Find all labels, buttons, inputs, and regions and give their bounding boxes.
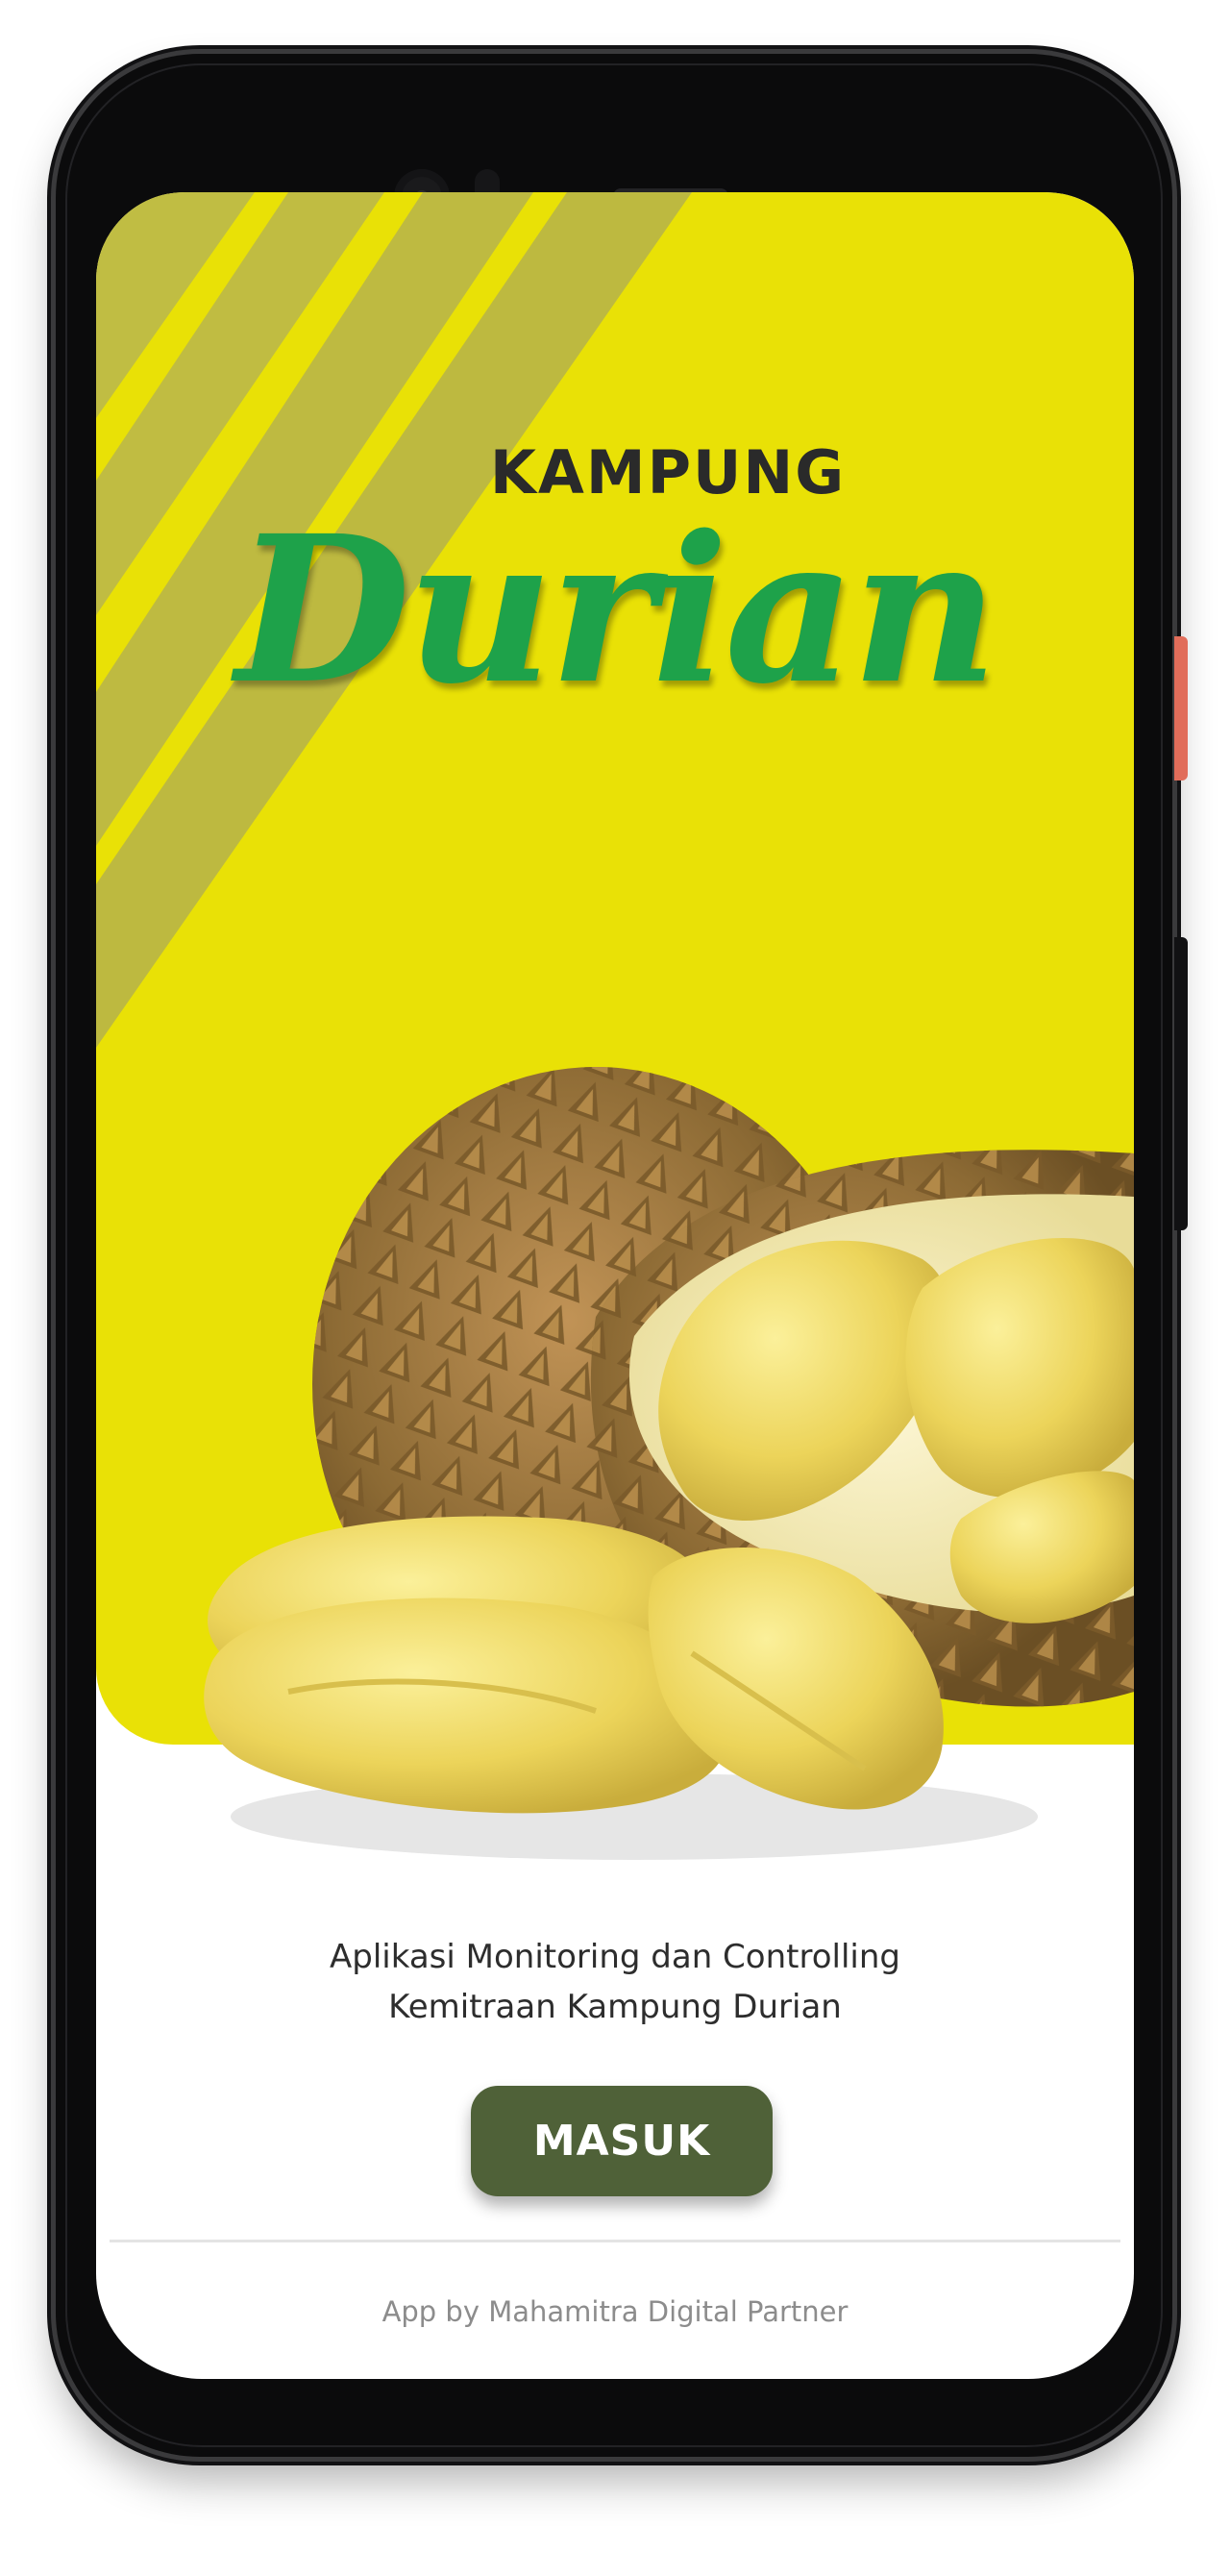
tagline-line-1: Aplikasi Monitoring dan Controlling [330, 1938, 900, 1976]
footer-divider [110, 2240, 1120, 2242]
durian-fruit-illustration [204, 1067, 1134, 1860]
tagline-line-2: Kemitraan Kampung Durian [388, 1988, 842, 2026]
volume-button [1174, 937, 1188, 1230]
app-screen: KAMPUNG Durian Aplikasi Monitoring dan C… [96, 192, 1134, 2379]
footer-credit: App by Mahamitra Digital Partner [381, 2295, 849, 2328]
login-button[interactable]: MASUK [471, 2086, 773, 2196]
power-button [1174, 636, 1188, 780]
app-tagline: Aplikasi Monitoring dan Controlling Kemi… [96, 1932, 1134, 2032]
